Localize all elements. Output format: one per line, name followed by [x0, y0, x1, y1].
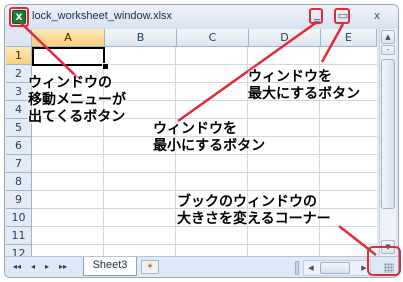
move-menu-annotation: ウィンドウの 移動メニューが 出てくるボタン	[28, 75, 126, 126]
annotation-line: 移動メニューが	[28, 92, 126, 108]
annotation-line: ウィンドウを	[248, 69, 332, 85]
sheet-tab-sheet3[interactable]: Sheet3	[83, 257, 137, 276]
horizontal-scroll-thumb[interactable]	[320, 262, 350, 274]
window-title: lock_worksheet_window.xlsx	[32, 10, 173, 22]
app-icon-marker	[9, 7, 29, 27]
resize-corner-marker	[367, 246, 401, 276]
row-header-9[interactable]: 9	[6, 191, 32, 209]
column-header-e[interactable]: E	[321, 29, 377, 47]
last-sheet-icon[interactable]: ▸▸	[57, 261, 69, 273]
resize-corner-annotation: ブックのウィンドウの 大きさを変えるコーナー	[177, 194, 331, 228]
sheet-tab-bar: ◂◂ ◂ ▸ ▸▸ Sheet3 ✦ ◀ ▶	[5, 256, 398, 277]
select-all-corner[interactable]	[6, 29, 32, 47]
row-header-1[interactable]: 1	[6, 47, 32, 65]
annotation-line: ウィンドウの	[28, 75, 112, 91]
maximize-marker	[334, 8, 350, 24]
horizontal-scrollbar[interactable]: ◀ ▶	[303, 260, 371, 276]
maximize-annotation: ウィンドウを 最大にするボタン	[248, 69, 360, 103]
annotation-line: ブックのウィンドウの	[177, 194, 317, 210]
scroll-left-arrow-icon[interactable]: ◀	[305, 261, 317, 275]
active-cell-a1[interactable]	[32, 47, 105, 66]
annotation-line: 出てくるボタン	[28, 109, 126, 125]
annotation-line: ウィンドウを	[153, 121, 237, 137]
annotation-line: 最小にするボタン	[153, 138, 266, 154]
first-sheet-icon[interactable]: ◂◂	[11, 261, 23, 273]
row-header-10[interactable]: 10	[6, 209, 32, 227]
column-header-c[interactable]: C	[177, 29, 249, 47]
annotation-line: 最大にするボタン	[248, 86, 361, 102]
tab-split-box[interactable]	[295, 261, 299, 275]
close-button[interactable]: x	[365, 7, 389, 25]
row-header-12[interactable]: 12	[6, 245, 32, 256]
next-sheet-icon[interactable]: ▸	[41, 261, 53, 273]
column-header-a[interactable]: A	[32, 29, 105, 47]
row-header-6[interactable]: 6	[6, 137, 32, 155]
vertical-scrollbar[interactable]: ▲ - ▼	[379, 29, 396, 256]
row-header-11[interactable]: 11	[6, 227, 32, 245]
column-header-d[interactable]: D	[249, 29, 321, 47]
annotation-line: 大きさを変えるコーナー	[177, 211, 331, 227]
minimize-marker	[309, 8, 323, 24]
minimize-annotation: ウィンドウを 最小にするボタン	[153, 121, 265, 155]
vertical-scroll-thumb[interactable]	[381, 59, 395, 209]
insert-sheet-icon[interactable]: ✦	[141, 260, 159, 274]
fill-handle[interactable]	[102, 63, 109, 70]
vertical-split-box[interactable]: -	[381, 45, 395, 55]
row-header-8[interactable]: 8	[6, 173, 32, 191]
scroll-up-arrow-icon[interactable]: ▲	[381, 30, 395, 44]
column-header-b[interactable]: B	[105, 29, 177, 47]
prev-sheet-icon[interactable]: ◂	[27, 261, 39, 273]
row-header-7[interactable]: 7	[6, 155, 32, 173]
